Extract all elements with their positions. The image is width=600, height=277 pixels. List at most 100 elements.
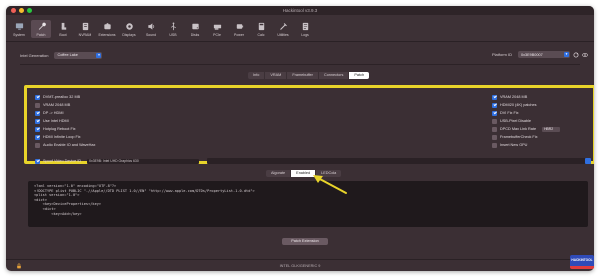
patch-options-left-column: DVMT-prealloc 32 MB VRAM 2048 MB DP -> HDM… — [35, 93, 335, 149]
chevron-down-icon: ▾ — [564, 52, 569, 57]
output-tab-ledcola[interactable]: LEDCola — [316, 170, 341, 177]
option-checkbox[interactable] — [492, 102, 497, 108]
patch-option[interactable]: VRAM 2048 MB — [35, 101, 335, 109]
patch-option[interactable]: Use Intel HDMI — [35, 117, 335, 125]
toolbar-power-button[interactable]: Power — [229, 20, 249, 38]
toolbar-sound-button[interactable]: Sound — [141, 20, 161, 38]
toolbar-label: PCIe — [213, 33, 221, 37]
spoof-video-device-option[interactable]: Spoof Video Device ID 0x3E9B: Intel UHD … — [35, 157, 200, 165]
toolbar-label: USB — [169, 33, 177, 37]
patch-option[interactable]: Insert New GPU — [492, 141, 594, 149]
option-checkbox[interactable] — [35, 134, 40, 140]
toolbar-displays-button[interactable]: Displays — [119, 20, 139, 38]
toolbar-label: Patch — [36, 33, 46, 37]
toolbar-disks-button[interactable]: Disks — [185, 20, 205, 38]
patch-option[interactable]: HDMI Infinite Loop Fix — [35, 133, 335, 141]
toolbar-label: Sound — [145, 33, 157, 37]
chevron-down-icon[interactable] — [585, 158, 591, 164]
toolbar-label: Disks — [190, 33, 200, 37]
toolbar-system-button[interactable]: System — [9, 20, 29, 38]
patch-extension-button[interactable]: Patch Extension — [282, 238, 328, 245]
tab-vram[interactable]: VRAM — [265, 72, 288, 79]
option-checkbox[interactable] — [35, 142, 40, 148]
tools-icon — [279, 22, 288, 31]
patch-option[interactable]: DPCD Max Link Rate HBR2 — [492, 125, 594, 133]
pcie-icon — [213, 22, 222, 31]
maximize-window-button[interactable] — [27, 8, 32, 13]
toolbar-label: Power — [234, 33, 244, 37]
option-label: Audio Enable IO and WaveHax — [43, 143, 96, 147]
option-checkbox[interactable] — [35, 118, 40, 124]
option-checkbox[interactable] — [492, 142, 497, 148]
toolbar-logs-button[interactable]: Logs — [295, 20, 315, 38]
toolbar-calc-button[interactable]: Calc — [251, 20, 271, 38]
option-label: HDMI20 (4K) patches — [500, 103, 537, 107]
spoof-video-device-checkbox[interactable] — [35, 158, 40, 164]
option-checkbox[interactable] — [35, 102, 40, 108]
chevron-down-icon: ▾ — [96, 52, 102, 58]
option-checkbox[interactable] — [492, 126, 497, 132]
tab-patch[interactable]: Patch — [349, 72, 370, 79]
framebuffer-tabs: Info VRAM Framebuffer Connectors Patch — [248, 72, 370, 79]
option-checkbox[interactable] — [492, 94, 497, 100]
patch-option[interactable]: DP -> HDMI — [35, 109, 335, 117]
spoof-device-select[interactable]: 0x3E9B: Intel UHD Graphics 630 — [87, 158, 200, 164]
toolbar-label: Displays — [122, 33, 136, 37]
option-label: VRAM 2048 MB — [43, 103, 71, 107]
toolbar-nvram-button[interactable]: NVRAM — [75, 20, 95, 38]
refresh-icon[interactable] — [573, 52, 579, 58]
option-label: Insert New GPU — [500, 143, 528, 147]
option-label: USB-Pixel Disable — [500, 119, 532, 123]
output-tab-enabled[interactable]: Enabled — [291, 170, 317, 177]
patch-option[interactable]: USB-Pixel Disable — [492, 117, 594, 125]
toolbar-extensions-button[interactable]: Extensions — [97, 20, 117, 38]
tab-connectors[interactable]: Connectors — [319, 72, 350, 79]
toolbar-utilities-button[interactable]: Utilities — [273, 20, 293, 38]
option-checkbox[interactable] — [35, 110, 40, 116]
code-line: <key>Add</key> — [34, 211, 82, 216]
minimize-window-button[interactable] — [19, 8, 24, 13]
nvram-icon — [81, 22, 90, 31]
option-label: HDMI Infinite Loop Fix — [43, 135, 81, 139]
eye-icon[interactable] — [582, 52, 588, 58]
tab-info[interactable]: Info — [248, 72, 266, 79]
option-label: FramebufferCheck Fix — [500, 135, 538, 139]
option-label: Use Intel HDMI — [43, 119, 69, 123]
patch-option[interactable]: VRAM 2048 MB — [492, 93, 594, 101]
option-checkbox[interactable] — [492, 118, 497, 124]
platform-actions — [573, 52, 588, 58]
patch-option[interactable]: FramebufferCheck Fix — [492, 133, 594, 141]
patch-options-right-column: VRAM 2048 MB HDMI20 (4K) patches DVI Fix F… — [492, 93, 594, 149]
calculator-icon — [257, 22, 266, 31]
boot-icon — [59, 22, 68, 31]
power-icon — [235, 22, 244, 31]
toolbar-pcie-button[interactable]: PCIe — [207, 20, 227, 38]
toolbar-usb-button[interactable]: USB — [163, 20, 183, 38]
output-tab-algorate[interactable]: Algorate — [266, 170, 292, 177]
patch-option[interactable]: Hotplug Reboot Fix — [35, 125, 335, 133]
patch-option[interactable]: DVMT-prealloc 32 MB — [35, 93, 335, 101]
close-window-button[interactable] — [11, 8, 16, 13]
intel-generation-value: Coffee Lake — [57, 53, 78, 57]
toolbar-label: Utilities — [277, 33, 289, 37]
option-checkbox[interactable] — [35, 94, 40, 100]
toolbar-patch-button[interactable]: Patch — [31, 20, 51, 38]
lock-icon[interactable] — [16, 263, 22, 269]
platform-id-select[interactable]: 0x3E9B0007 ▾ — [518, 51, 570, 58]
patch-option[interactable]: Audio Enable IO and WaveHax — [35, 141, 335, 149]
option-checkbox[interactable] — [35, 126, 40, 132]
tab-framebuffer[interactable]: Framebuffer — [287, 72, 319, 79]
intel-generation-select[interactable]: Coffee Lake ▾ — [54, 51, 103, 59]
plist-output[interactable]: <?xml version="1.0" encoding="UTF-8"?> <!… — [28, 181, 588, 227]
option-checkbox[interactable] — [492, 134, 497, 140]
patch-option[interactable]: DVI Fix Fix — [492, 109, 594, 117]
toolbar-label: Calc — [257, 33, 265, 37]
usb-icon — [169, 22, 178, 31]
toolbar-boot-button[interactable]: Boot — [53, 20, 73, 38]
spoof-video-device-label: Spoof Video Device ID — [43, 159, 82, 163]
option-checkbox[interactable] — [492, 110, 497, 116]
option-value-select[interactable]: HBR2 — [542, 126, 561, 132]
disk-icon — [191, 22, 200, 31]
platform-id-label: Platform ID — [491, 52, 512, 57]
patch-option[interactable]: HDMI20 (4K) patches — [492, 101, 594, 109]
